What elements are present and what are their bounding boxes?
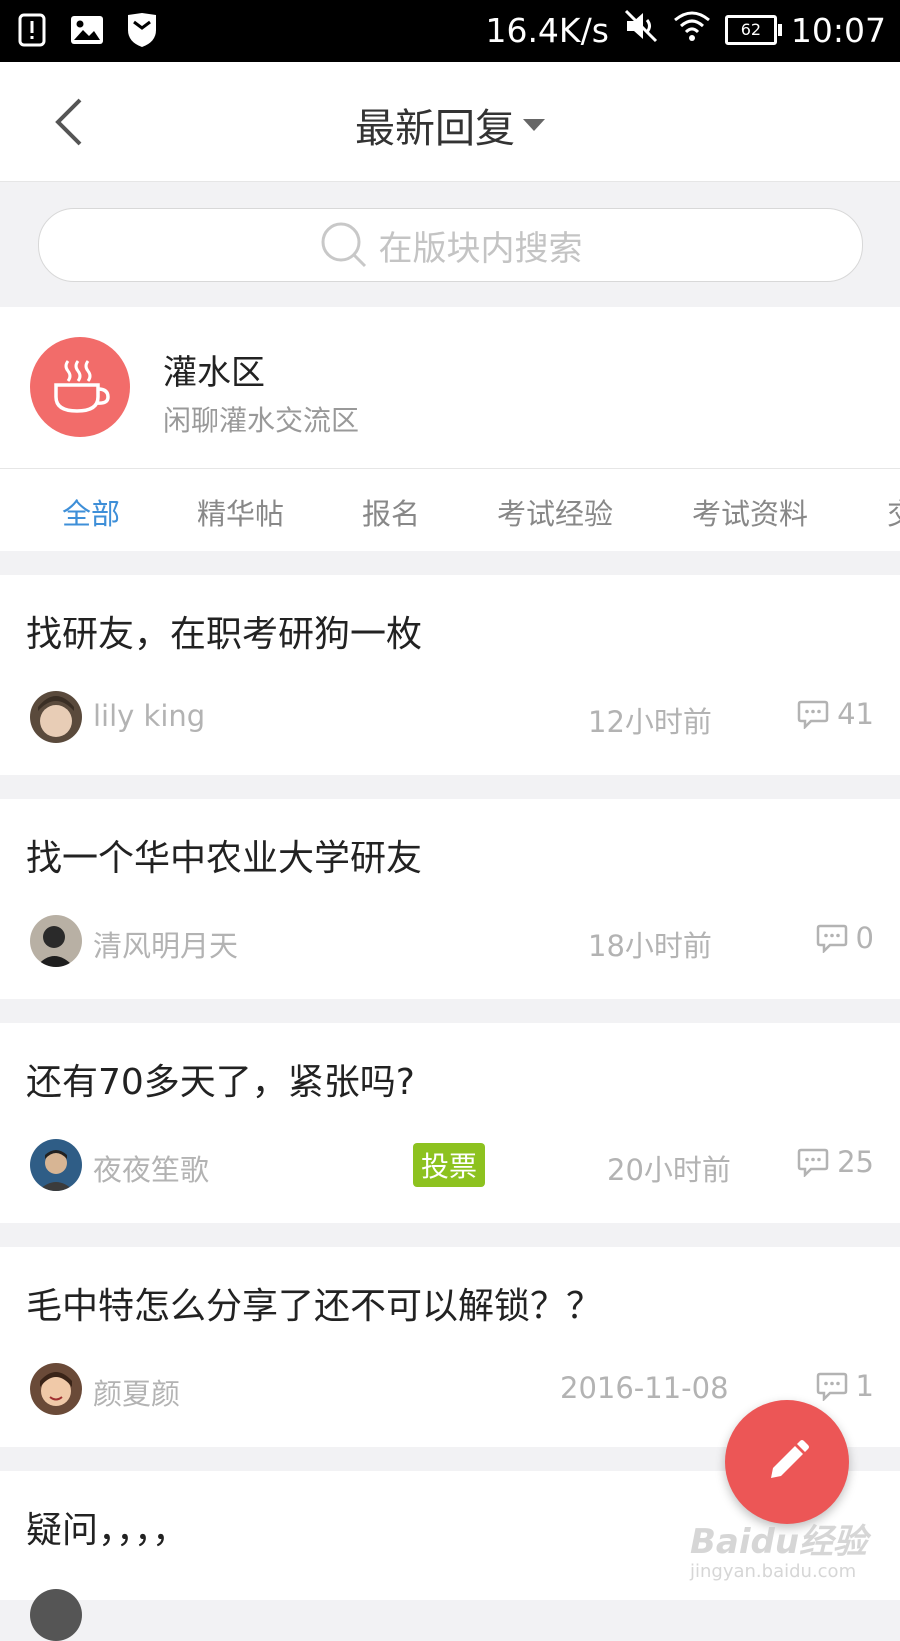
search-input[interactable]: 在版块内搜索 (38, 208, 863, 282)
comment-icon (797, 1148, 829, 1177)
post-title: 还有70多天了，紧张吗? (26, 1062, 415, 1103)
post-time: 20小时前 (607, 1153, 731, 1187)
wifi-icon (673, 10, 711, 50)
comment-icon (797, 700, 829, 729)
avatar[interactable] (30, 1363, 82, 1415)
forum-header: 灌水区 闲聊灌水交流区 (0, 307, 900, 469)
shield-icon (126, 12, 158, 52)
compose-post-button[interactable] (725, 1400, 849, 1524)
vote-badge: 投票 (413, 1143, 486, 1187)
avatar[interactable] (30, 691, 82, 743)
author-name[interactable]: 清风明月天 (93, 923, 238, 965)
forum-name: 灌水区 (163, 353, 265, 393)
post-time: 18小时前 (588, 929, 712, 963)
avatar[interactable] (30, 1589, 82, 1641)
forum-logo (30, 337, 130, 437)
coffee-cup-icon (54, 360, 110, 413)
forum-description: 闲聊灌水交流区 (163, 404, 360, 437)
search-placeholder: 在版块内搜索 (378, 228, 583, 269)
author-name[interactable]: 夜夜笙歌 (93, 1147, 209, 1189)
post-title: 找研友，在职考研狗一枚 (26, 614, 423, 655)
post-time: 2016-11-08 (560, 1371, 729, 1405)
tab-all[interactable]: 全部 (62, 491, 120, 533)
watermark-logo: Baidu经验 (690, 1522, 868, 1562)
tab-exam-experience[interactable]: 考试经验 (497, 491, 613, 533)
post-title: 找一个华中农业大学研友 (26, 838, 423, 879)
post-item[interactable]: 找一个华中农业大学研友 清风明月天 18小时前 0 (0, 799, 900, 999)
tab-featured[interactable]: 精华帖 (197, 491, 284, 533)
comment-count: 0 (816, 921, 874, 955)
sort-dropdown[interactable]: 最新回复 (0, 96, 900, 154)
comment-count-value: 25 (837, 1145, 874, 1179)
comment-count: 41 (797, 697, 874, 731)
comment-count: 25 (797, 1145, 874, 1179)
caret-down-icon (523, 119, 545, 131)
watermark: Baidu经验 jingyan.baidu.com (690, 1514, 867, 1582)
post-title: 疑问，，，， (26, 1510, 189, 1551)
avatar[interactable] (30, 915, 82, 967)
post-item[interactable]: 还有70多天了，紧张吗? 夜夜笙歌 投票 20小时前 25 (0, 1023, 900, 1223)
watermark-url: jingyan.baidu.com (690, 1561, 857, 1582)
pencil-icon (771, 1440, 809, 1478)
comment-icon (816, 924, 847, 953)
post-time: 12小时前 (588, 705, 712, 739)
tab-more[interactable]: 交 (887, 491, 900, 533)
nav-bar: 最新回复 (0, 62, 900, 182)
battery-icon: 62 (724, 15, 782, 45)
comment-count-value: 41 (837, 697, 874, 731)
image-icon (70, 13, 104, 51)
comment-count: 1 (816, 1369, 874, 1403)
network-speed: 16.4K/s (485, 10, 609, 50)
tab-registration[interactable]: 报名 (362, 491, 420, 533)
post-item[interactable]: 找研友，在职考研狗一枚 lily king 12小时前 41 (0, 575, 900, 775)
search-icon (321, 222, 366, 268)
comment-count-value: 0 (855, 921, 874, 955)
page-title: 最新回复 (355, 106, 515, 152)
mute-icon (623, 8, 659, 52)
alert-icon (18, 13, 48, 51)
avatar[interactable] (30, 1139, 82, 1191)
author-name[interactable]: lily king (93, 699, 205, 733)
category-tabs: 全部 精华帖 报名 考试经验 考试资料 交 (0, 469, 900, 551)
tab-exam-materials[interactable]: 考试资料 (692, 491, 808, 533)
comment-icon (816, 1372, 847, 1401)
search-area: 在版块内搜索 (0, 182, 900, 307)
status-bar: 16.4K/s 62 10:07 (0, 0, 900, 62)
comment-count-value: 1 (855, 1369, 874, 1403)
clock: 10:07 (790, 10, 886, 50)
post-title: 毛中特怎么分享了还不可以解锁？？ (26, 1286, 603, 1327)
notification-icons (18, 12, 158, 52)
author-name[interactable]: 颜夏颜 (93, 1371, 180, 1413)
